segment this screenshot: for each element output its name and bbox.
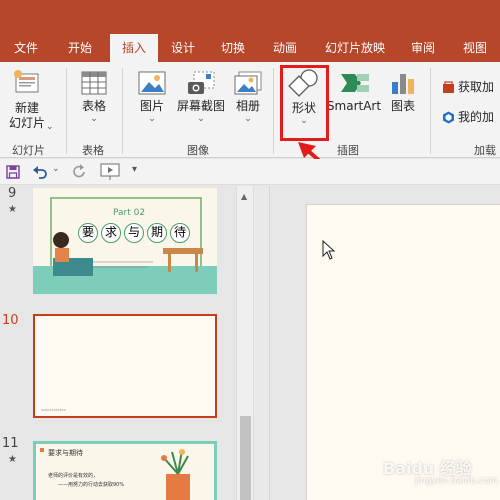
chart-label: 图表 <box>390 99 415 113</box>
shapes-highlight-box <box>280 65 329 141</box>
slide-11-text-2: ——用努力的行动去获取90% <box>58 482 125 488</box>
chevron-down-icon[interactable]: ⌄ <box>52 164 60 174</box>
group-divider <box>66 68 67 154</box>
ribbon: 新建 幻灯片 ⌄ 幻灯片 表格 ⌄ 表格 图片 ⌄ 屏幕截图 ⌄ 相册 ⌄ 图像… <box>0 62 500 158</box>
slide-thumbnail-10[interactable]: XXXXXXXXXXXX <box>33 314 217 418</box>
title-char: 期 <box>147 223 167 243</box>
title-char: 待 <box>170 223 190 243</box>
tab-insert[interactable]: 插入 <box>110 34 158 62</box>
mouse-cursor-icon <box>322 240 336 260</box>
group-images-label: 图像 <box>187 144 209 157</box>
slide-number-11: 11 <box>2 436 19 451</box>
tab-transitions[interactable]: 切换 <box>214 34 252 62</box>
ribbon-tabs: 文件 开始 插入 设计 切换 动画 幻灯片放映 审阅 视图 <box>0 34 500 62</box>
scroll-up-icon[interactable]: ▲ <box>241 192 247 201</box>
chevron-down-icon: ⌄ <box>90 114 98 124</box>
table-icon <box>81 71 107 95</box>
store-icon <box>443 81 454 93</box>
title-char: 要 <box>78 223 98 243</box>
group-addins-label: 加载 <box>474 144 496 157</box>
photo-album-icon <box>234 71 262 95</box>
tab-slideshow[interactable]: 幻灯片放映 <box>318 34 392 62</box>
table-button[interactable]: 表格 ⌄ <box>74 70 114 124</box>
screenshot-icon <box>188 71 215 94</box>
slide-11-title: 要求与期待 <box>48 449 83 457</box>
new-slide-icon <box>14 70 39 93</box>
start-slideshow-icon[interactable] <box>100 163 120 181</box>
new-slide-button[interactable]: 新建 幻灯片 <box>4 68 50 131</box>
thumbnail-scrollbar[interactable]: ▲ <box>236 186 254 500</box>
group-divider <box>122 68 123 154</box>
group-divider <box>273 68 274 154</box>
slide-number-9: 9 <box>8 186 17 201</box>
scrollbar-thumb[interactable] <box>240 416 251 500</box>
chart-icon <box>392 74 414 94</box>
get-addins-button[interactable]: 获取加 <box>442 78 494 96</box>
smartart-label: SmartArt <box>326 99 382 113</box>
my-addins-button[interactable]: 我的加 <box>442 108 494 126</box>
picture-label: 图片 <box>139 99 164 113</box>
undo-icon[interactable] <box>32 164 48 180</box>
my-addins-label: 我的加 <box>458 110 495 124</box>
title-bar <box>0 0 500 34</box>
save-icon[interactable] <box>6 165 20 179</box>
editor-scrollbar[interactable] <box>254 186 270 500</box>
smartart-button[interactable]: SmartArt <box>326 70 382 114</box>
chevron-down-icon: ⌄ <box>244 114 252 124</box>
slide-thumbnail-11[interactable]: 要求与期待 老师的评价是有效的， ——用努力的行动去获取90% <box>33 441 217 500</box>
screenshot-button[interactable]: 屏幕截图 ⌄ <box>174 70 228 124</box>
title-char: 求 <box>101 223 121 243</box>
slide-number-10: 10 <box>2 313 19 328</box>
tab-design[interactable]: 设计 <box>164 34 202 62</box>
group-divider <box>430 68 431 154</box>
tab-view[interactable]: 视图 <box>456 34 494 62</box>
smartart-icon <box>341 74 369 92</box>
star-icon: ★ <box>8 454 17 465</box>
addins-icon <box>443 111 454 124</box>
photo-album-label: 相册 <box>235 99 260 113</box>
table-label: 表格 <box>81 99 106 113</box>
group-slides-label: 幻灯片 <box>12 144 45 157</box>
slide-9-part-label: Part 02 <box>113 208 146 218</box>
tab-review[interactable]: 审阅 <box>404 34 442 62</box>
tab-file[interactable]: 文件 <box>8 34 44 62</box>
chevron-down-icon: ⌄ <box>148 114 156 124</box>
tab-animations[interactable]: 动画 <box>266 34 304 62</box>
chart-button[interactable]: 图表 <box>386 70 420 114</box>
tab-home[interactable]: 开始 <box>56 34 104 62</box>
screenshot-label: 屏幕截图 <box>176 99 225 113</box>
title-char: 与 <box>124 223 144 243</box>
chevron-down-icon: ⌄ <box>197 114 205 124</box>
customize-toolbar-icon[interactable]: ▾ <box>132 164 137 175</box>
new-slide-label-2: 幻灯片 <box>8 116 45 130</box>
group-tables-label: 表格 <box>82 144 104 157</box>
watermark-url: jingyan.baidu.com <box>415 476 499 486</box>
photo-album-button[interactable]: 相册 ⌄ <box>230 70 266 124</box>
get-addins-label: 获取加 <box>458 80 495 94</box>
star-icon: ★ <box>8 204 17 215</box>
slide-9-title: 要求与期待 <box>78 221 190 243</box>
picture-button[interactable]: 图片 ⌄ <box>132 70 172 124</box>
redo-icon[interactable] <box>72 164 88 180</box>
slide-10-footer: XXXXXXXXXXXX <box>41 408 66 412</box>
quick-access-toolbar: ⌄ ▾ <box>0 159 500 185</box>
slide-thumbnail-9[interactable]: Part 02 要求与期待 <box>33 188 217 294</box>
slide-thumbnail-pane[interactable]: 9 ★ Part 02 要求与期待 10 XXXXXXXXXXXX 11 ★ 要… <box>0 186 236 500</box>
chevron-down-icon[interactable]: ⌄ <box>46 122 54 132</box>
slide-11-text-1: 老师的评价是有效的， <box>48 473 99 479</box>
picture-icon <box>138 71 166 95</box>
new-slide-label: 新建 <box>14 101 39 115</box>
